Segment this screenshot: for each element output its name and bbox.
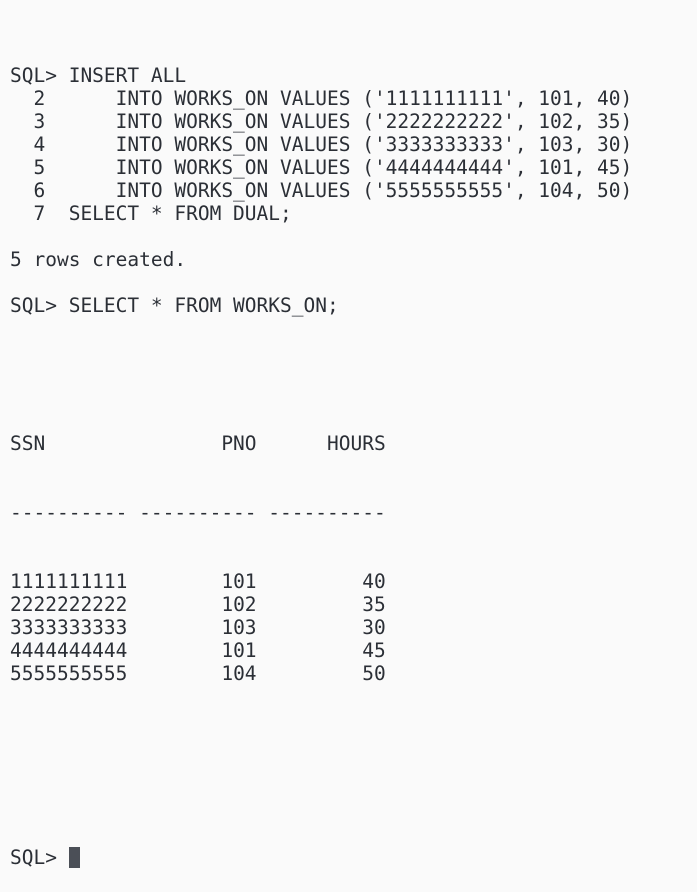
result-table-rows: 1111111111 101 40 2222222222 102 35 333333… [10, 570, 632, 685]
cell-hours: 30 [362, 616, 386, 639]
terminal-line: 2 INTO WORKS_ON VALUES ('1111111111', 10… [10, 87, 633, 110]
terminal-line: 3 INTO WORKS_ON VALUES ('2222222222', 10… [10, 110, 633, 133]
text-cursor [68, 847, 80, 868]
result-table-header: SSN PNO HOURS [10, 432, 386, 455]
table-row: 3333333333 103 30 [10, 616, 632, 639]
prompt-line[interactable]: SQL> [10, 846, 632, 869]
terminal-line: 4 INTO WORKS_ON VALUES ('3333333333', 10… [10, 133, 633, 156]
table-row: 1111111111 101 40 [10, 570, 632, 593]
cell-pno: 103 [221, 616, 257, 639]
terminal-line: SQL> SELECT * FROM WORKS_ON; [10, 294, 339, 317]
table-row: 2222222222 102 35 [10, 593, 632, 616]
sql-prompt: SQL> [10, 846, 69, 869]
cell-hours: 50 [362, 662, 386, 685]
terminal-line: 5 rows created. [10, 248, 187, 271]
cell-hours: 45 [362, 639, 386, 662]
table-row: 5555555555 104 50 [10, 662, 632, 685]
table-row: 4444444444 101 45 [10, 639, 632, 662]
terminal-line: SQL> INSERT ALL [10, 64, 187, 87]
terminal-history: SQL> INSERT ALL 2 INTO WORKS_ON VALUES (… [10, 64, 632, 340]
cell-hours: 40 [362, 570, 386, 593]
cell-ssn: 1111111111 [10, 570, 128, 593]
terminal-line: 6 INTO WORKS_ON VALUES ('5555555555', 10… [10, 179, 633, 202]
query-result-table: SSN PNO HOURS ---------- ---------- ----… [10, 386, 632, 731]
terminal-line: 5 INTO WORKS_ON VALUES ('4444444444', 10… [10, 156, 633, 179]
terminal-line: 7 SELECT * FROM DUAL; [10, 202, 292, 225]
cell-ssn: 3333333333 [10, 616, 128, 639]
cell-ssn: 5555555555 [10, 662, 128, 685]
cell-pno: 101 [221, 639, 257, 662]
cell-pno: 101 [221, 570, 257, 593]
cell-pno: 102 [221, 593, 257, 616]
cell-ssn: 2222222222 [10, 593, 128, 616]
result-table-separator: ---------- ---------- ---------- [10, 501, 386, 524]
cell-ssn: 4444444444 [10, 639, 128, 662]
cell-hours: 35 [362, 593, 386, 616]
terminal-window[interactable]: SQL> INSERT ALL 2 INTO WORKS_ON VALUES (… [10, 18, 632, 892]
cell-pno: 104 [221, 662, 257, 685]
